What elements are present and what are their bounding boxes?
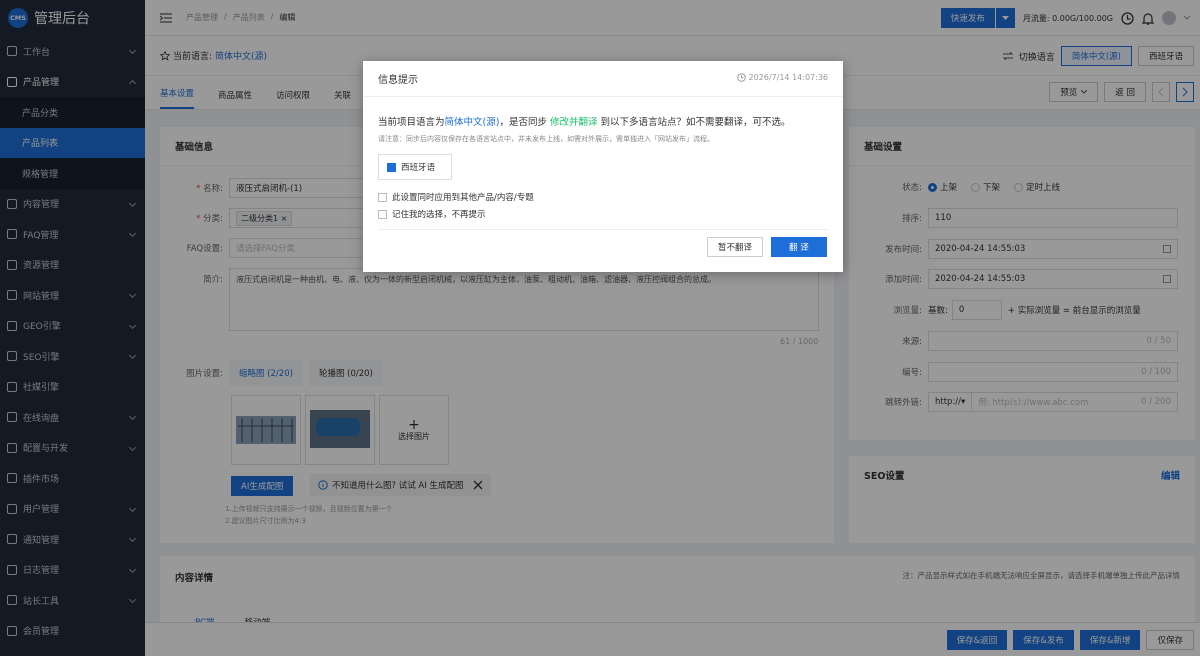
- dialog-title: 信息提示: [378, 75, 418, 86]
- remember-checkbox[interactable]: 记住我的选择，不再提示: [378, 208, 486, 220]
- language-option-label: 西班牙语: [401, 163, 436, 173]
- apply-all-checkbox[interactable]: 此设置同时应用到其他产品/内容/专题: [378, 191, 534, 203]
- dialog-time: 2026/7/14 14:07:36: [736, 73, 829, 82]
- apply-all-label: 此设置同时应用到其他产品/内容/专题: [392, 193, 534, 203]
- clock-icon: [736, 73, 746, 82]
- translate-button[interactable]: 翻 译: [771, 237, 827, 257]
- checkbox-checked-icon: [387, 162, 396, 172]
- dialog-divider: [378, 229, 828, 230]
- dialog-msg-part: ，是否同步: [499, 117, 547, 128]
- dialog-message: 当前项目语言为简体中文(源)，是否同步 修改并翻译 到以下多语言站点？如不需要翻…: [378, 114, 791, 128]
- dialog-msg-part: 当前项目语言为: [378, 117, 445, 128]
- translate-dialog: 信息提示 2026/7/14 14:07:36 当前项目语言为简体中文(源)，是…: [363, 61, 843, 272]
- language-option-es[interactable]: 西班牙语: [378, 154, 453, 180]
- remember-label: 记住我的选择，不再提示: [392, 210, 486, 220]
- dialog-msg-part: 到以下多语言站点？如不需要翻译，可不选。: [600, 117, 791, 128]
- checkbox-icon: [378, 192, 387, 202]
- dialog-msg-lang: 简体中文(源): [444, 117, 500, 128]
- checkbox-icon: [378, 209, 387, 219]
- dialog-time-text: 2026/7/14 14:07:36: [748, 73, 829, 82]
- skip-translate-button[interactable]: 暂不翻译: [707, 237, 764, 257]
- dialog-note: 请注意：同步后内容仅保存在各语言站点中，并未发布上线，如需对外展示，需单独进入「…: [378, 135, 714, 143]
- dialog-msg-action: 修改并翻译: [549, 117, 598, 128]
